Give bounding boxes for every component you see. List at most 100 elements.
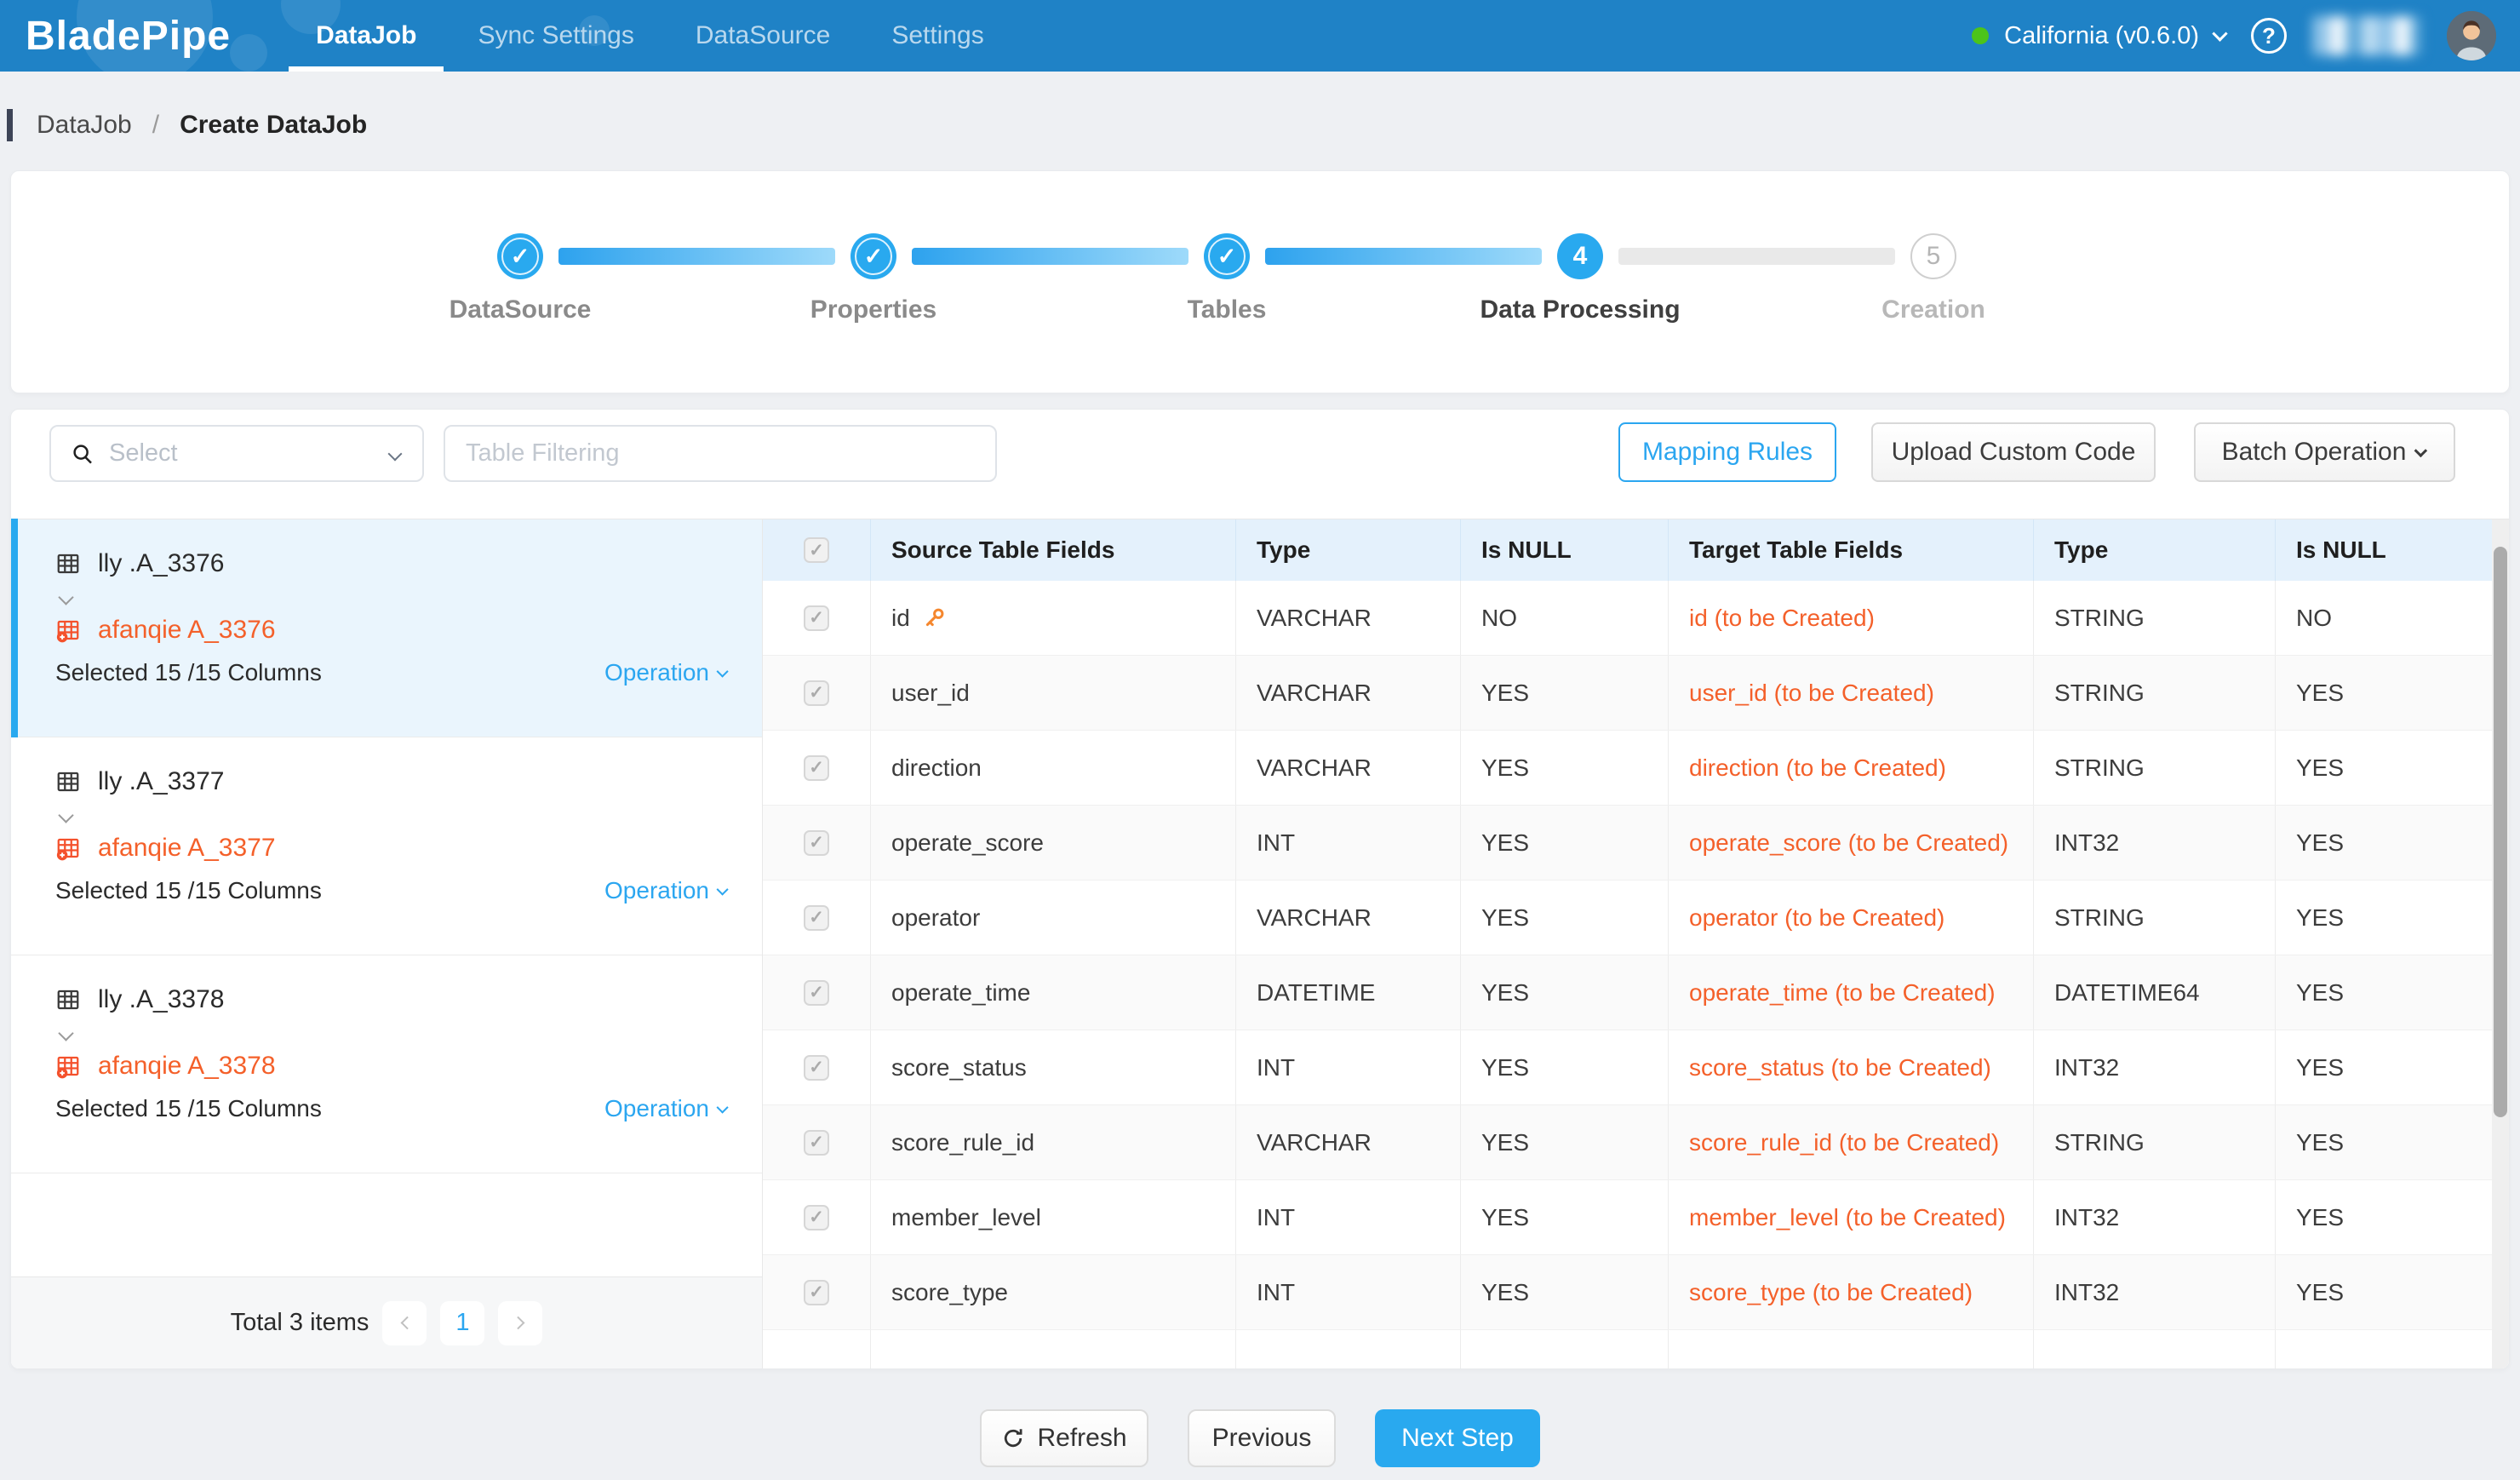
field-type: VARCHAR: [1236, 581, 1461, 655]
field-name: operate_time: [891, 979, 1030, 1007]
app-logo: BladePipe: [26, 13, 231, 60]
breadcrumb-parent[interactable]: DataJob: [37, 111, 132, 140]
previous-button[interactable]: Previous: [1188, 1409, 1336, 1467]
upload-custom-code-button[interactable]: Upload Custom Code: [1871, 422, 2156, 482]
field-is-null: YES: [1461, 1030, 1669, 1104]
field-type: INT: [1236, 1180, 1461, 1254]
source-table-icon: [55, 987, 81, 1012]
nav-item-label: Settings: [891, 21, 983, 50]
table-scrollbar-thumb[interactable]: [2494, 547, 2507, 1117]
col-header-is-null: Is NULL: [2276, 519, 2509, 581]
operation-label: Operation: [604, 659, 709, 686]
step-connector: [558, 248, 835, 265]
step-label-creation: Creation: [1881, 295, 1985, 324]
chevron-right-icon: [512, 1317, 525, 1330]
operation-dropdown[interactable]: Operation: [604, 877, 728, 904]
target-field-type: STRING: [2034, 656, 2276, 730]
mapping-item-A_3376[interactable]: lly .A_3376 afanqie A_3376 Selected 15 /…: [11, 519, 762, 737]
batch-operation-button[interactable]: Batch Operation: [2194, 422, 2455, 482]
target-field-type: DATETIME64: [2034, 955, 2276, 1030]
target-field-is-null: YES: [2276, 1180, 2509, 1254]
col-header-target-fields: Target Table Fields: [1669, 519, 2034, 581]
mapping-item-A_3377[interactable]: lly .A_3377 afanqie A_3377 Selected 15 /…: [11, 737, 762, 955]
mapping-item-A_3378[interactable]: lly .A_3378 afanqie A_3378 Selected 15 /…: [11, 955, 762, 1173]
col-header-source-fields: Source Table Fields: [871, 519, 1236, 581]
help-icon[interactable]: [2251, 18, 2287, 54]
source-table-icon: [55, 551, 81, 577]
step-label-datasource: DataSource: [450, 295, 592, 324]
breadcrumb-separator: /: [152, 111, 159, 140]
target-table-row: afanqie A_3376: [55, 611, 728, 649]
field-name: operate_score: [891, 829, 1044, 857]
target-field-name: score_rule_id (to be Created): [1669, 1105, 2034, 1179]
step-label-tables: Tables: [1188, 295, 1267, 324]
target-field-is-null: YES: [2276, 881, 2509, 955]
row-checkbox[interactable]: [804, 980, 829, 1006]
selected-columns-info: Selected 15 /15 Columns: [55, 877, 322, 904]
next-step-button[interactable]: Next Step: [1375, 1409, 1540, 1467]
page-number: 1: [455, 1309, 469, 1337]
row-checkbox[interactable]: [804, 1055, 829, 1081]
row-checkbox[interactable]: [804, 1130, 829, 1156]
row-checkbox[interactable]: [804, 755, 829, 781]
nav-item-label: DataJob: [316, 21, 416, 50]
row-checkbox[interactable]: [804, 605, 829, 631]
nav-item-settings[interactable]: Settings: [861, 0, 1014, 72]
field-name: member_level: [891, 1204, 1041, 1231]
field-name: id: [891, 605, 910, 632]
row-checkbox[interactable]: [804, 905, 829, 931]
nav-item-datasource[interactable]: DataSource: [665, 0, 861, 72]
table-select-dropdown[interactable]: Select: [49, 425, 424, 482]
table-row: score_rule_id VARCHAR YES score_rule_id …: [763, 1105, 2509, 1180]
step-label-data-processing: Data Processing: [1480, 295, 1680, 324]
pagination-prev-button[interactable]: [382, 1301, 427, 1345]
table-row: member_level INT YES member_level (to be…: [763, 1180, 2509, 1255]
target-table-row: afanqie A_3378: [55, 1047, 728, 1085]
row-checkbox[interactable]: [804, 1280, 829, 1305]
avatar[interactable]: [2447, 11, 2496, 60]
button-label: Next Step: [1401, 1424, 1514, 1453]
nav-item-sync-settings[interactable]: Sync Settings: [447, 0, 664, 72]
nav-item-datajob[interactable]: DataJob: [285, 0, 447, 72]
mapping-rules-button[interactable]: Mapping Rules: [1618, 422, 1836, 482]
row-checkbox[interactable]: [804, 1205, 829, 1230]
table-row-partial: [763, 1330, 2509, 1368]
field-name: operator: [891, 904, 980, 932]
primary-key-icon: [922, 606, 946, 630]
step-label-properties: Properties: [810, 295, 936, 324]
selected-columns-info: Selected 15 /15 Columns: [55, 1095, 322, 1122]
field-is-null: YES: [1461, 955, 1669, 1030]
operation-dropdown[interactable]: Operation: [604, 659, 728, 686]
chevron-down-icon: [388, 446, 403, 461]
target-field-name: operate_time (to be Created): [1669, 955, 2034, 1030]
username-redacted: [2312, 16, 2421, 55]
operation-label: Operation: [604, 1095, 709, 1122]
mapping-arrow-row: [55, 800, 728, 829]
target-field-is-null: NO: [2276, 581, 2509, 655]
table-filtering-input[interactable]: [444, 425, 997, 482]
field-type: INT: [1236, 806, 1461, 880]
button-label: Mapping Rules: [1642, 438, 1813, 467]
button-label: Refresh: [1037, 1424, 1126, 1453]
operation-dropdown[interactable]: Operation: [604, 1095, 728, 1122]
operation-label: Operation: [604, 877, 709, 904]
refresh-button[interactable]: Refresh: [980, 1409, 1148, 1467]
select-all-checkbox[interactable]: [804, 537, 829, 563]
field-name: direction: [891, 754, 982, 782]
chevron-down-icon: [2414, 444, 2428, 457]
table-row: operate_time DATETIME YES operate_time (…: [763, 955, 2509, 1030]
target-field-name: score_status (to be Created): [1669, 1030, 2034, 1104]
environment-label: California (v0.6.0): [2004, 22, 2199, 50]
chevron-left-icon: [400, 1317, 414, 1330]
environment-selector[interactable]: California (v0.6.0): [1972, 22, 2225, 50]
pagination-next-button[interactable]: [498, 1301, 542, 1345]
status-green-dot: [1972, 27, 1989, 44]
target-field-is-null: YES: [2276, 656, 2509, 730]
pagination-page-1[interactable]: 1: [440, 1301, 484, 1345]
main-card: Select Mapping Rules Upload Custom Code …: [10, 409, 2510, 1369]
field-type: INT: [1236, 1030, 1461, 1104]
row-checkbox[interactable]: [804, 830, 829, 856]
chevron-down-icon: [58, 589, 73, 605]
table-scrollbar-track[interactable]: [2492, 519, 2509, 1368]
row-checkbox[interactable]: [804, 680, 829, 706]
